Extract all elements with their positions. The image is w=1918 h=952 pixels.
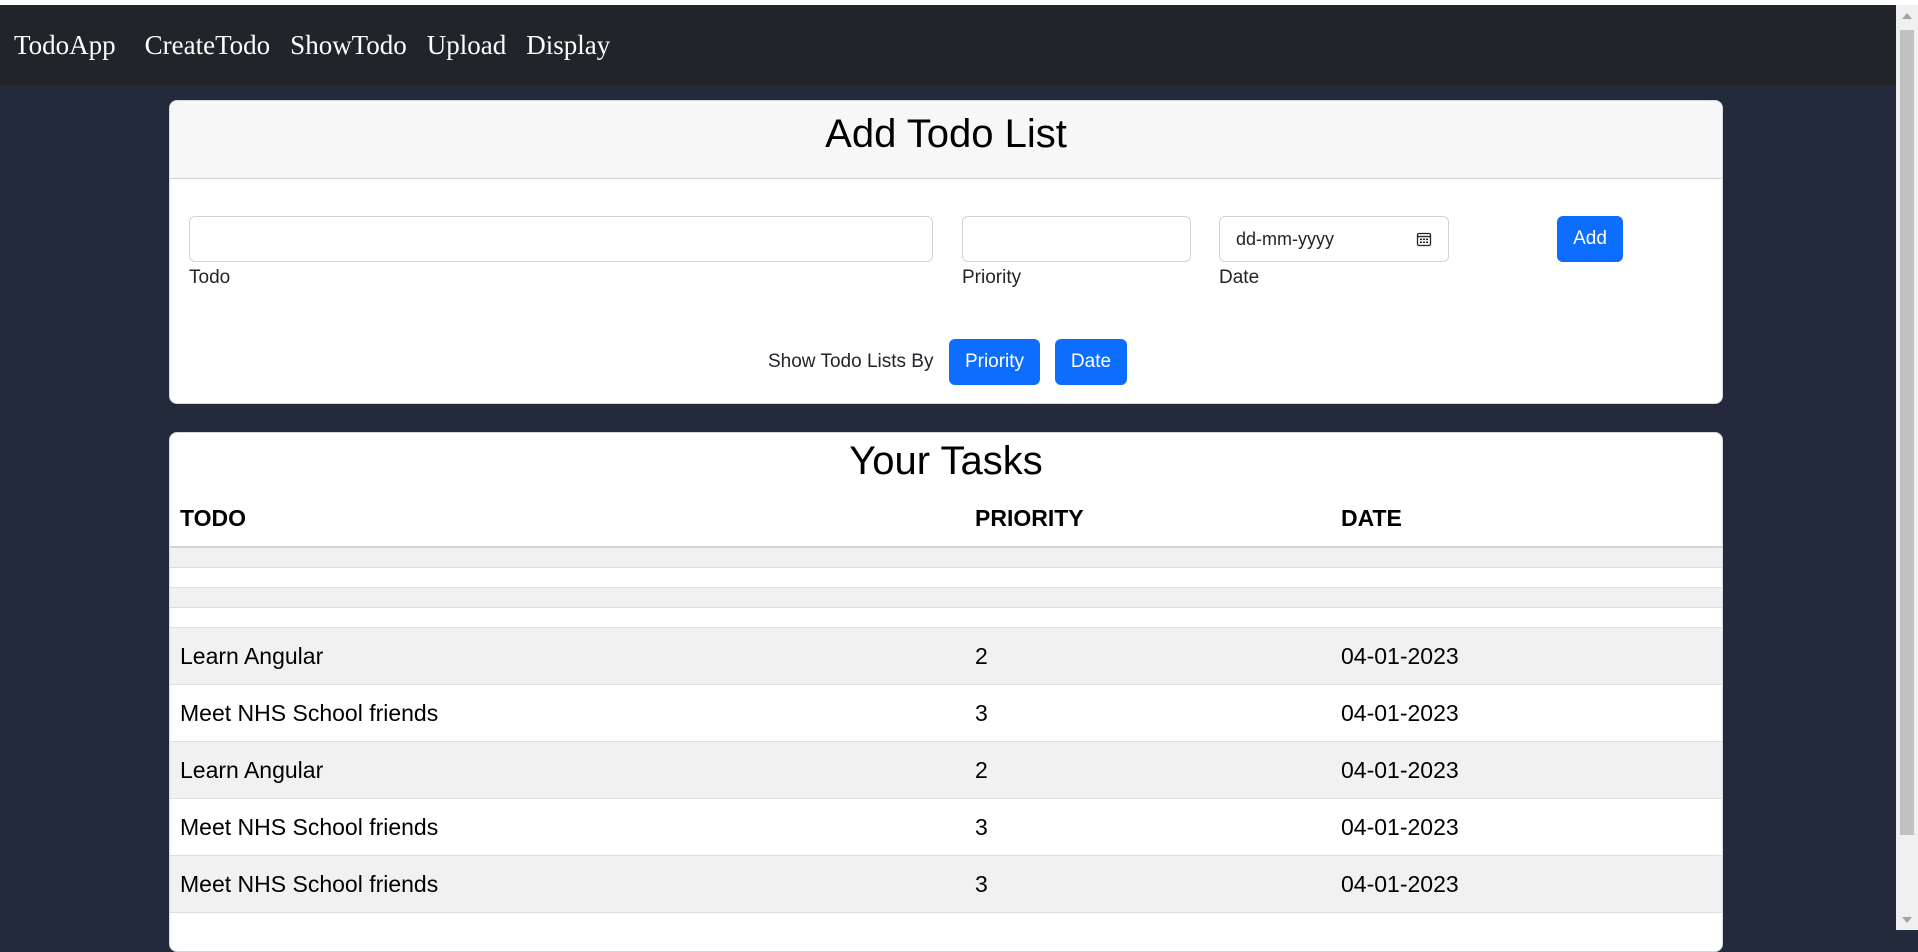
cell-priority <box>965 547 1331 568</box>
cell-todo: Meet NHS School friends <box>170 855 965 913</box>
priority-field-group: Priority <box>962 216 1191 289</box>
nav-link-createtodo[interactable]: CreateTodo <box>145 30 271 61</box>
cell-date: 04-01-2023 <box>1331 741 1722 799</box>
scrollbar-thumb[interactable] <box>1900 30 1914 835</box>
cell-priority: 3 <box>965 855 1331 913</box>
calendar-icon[interactable] <box>1416 231 1432 247</box>
scroll-up-icon[interactable] <box>1902 13 1912 19</box>
cell-date: 04-01-2023 <box>1331 855 1722 913</box>
table-row: Learn Angular 2 04-01-2023 <box>170 627 1722 685</box>
tasks-title: Your Tasks <box>849 439 1043 483</box>
date-field-group: dd-mm-yyyy Date <box>1219 216 1449 289</box>
todo-field-group: Todo <box>189 216 933 289</box>
table-header-row: TODO PRIORITY DATE <box>170 490 1722 548</box>
cell-date <box>1331 607 1722 628</box>
date-input[interactable]: dd-mm-yyyy <box>1219 216 1449 262</box>
table-row: Meet NHS School friends 3 04-01-2023 <box>170 798 1722 856</box>
table-row <box>170 567 1722 588</box>
cell-priority: 3 <box>965 798 1331 856</box>
add-button[interactable]: Add <box>1557 216 1623 262</box>
cell-date <box>1331 587 1722 608</box>
date-placeholder: dd-mm-yyyy <box>1236 228 1334 249</box>
cell-date: 04-01-2023 <box>1331 627 1722 685</box>
table-row: Learn Angular 2 04-01-2023 <box>170 741 1722 799</box>
navbar: TodoApp CreateTodo ShowTodo Upload Displ… <box>0 5 1896 85</box>
cell-date <box>1331 547 1722 568</box>
column-header-todo: TODO <box>170 490 965 548</box>
cell-priority <box>965 607 1331 628</box>
brand-link[interactable]: TodoApp <box>14 30 116 61</box>
column-header-date: DATE <box>1331 490 1722 548</box>
add-todo-card: Add Todo List Todo Priority dd-mm-yyyy D… <box>169 100 1723 404</box>
sort-by-priority-button[interactable]: Priority <box>949 339 1040 385</box>
cell-todo <box>170 587 965 608</box>
tasks-card: Your Tasks TODO PRIORITY DATE Learn Angu… <box>169 432 1723 952</box>
nav-link-upload[interactable]: Upload <box>427 30 506 61</box>
cell-todo: Learn Angular <box>170 741 965 799</box>
nav-link-showtodo[interactable]: ShowTodo <box>290 30 407 61</box>
cell-priority <box>965 587 1331 608</box>
table-row: Meet NHS School friends 3 04-01-2023 <box>170 684 1722 742</box>
sort-by-date-button[interactable]: Date <box>1055 339 1127 385</box>
cell-todo <box>170 567 965 588</box>
show-by-label: Show Todo Lists By <box>768 351 934 372</box>
cell-todo: Meet NHS School friends <box>170 684 965 742</box>
cell-todo: Meet NHS School friends <box>170 798 965 856</box>
cell-priority <box>965 567 1331 588</box>
table-row <box>170 587 1722 608</box>
cell-date: 04-01-2023 <box>1331 684 1722 742</box>
column-header-priority: PRIORITY <box>965 490 1331 548</box>
cell-todo <box>170 607 965 628</box>
nav-link-display[interactable]: Display <box>526 30 610 61</box>
scroll-down-icon[interactable] <box>1902 917 1912 923</box>
cell-todo: Learn Angular <box>170 627 965 685</box>
priority-input[interactable] <box>962 216 1191 262</box>
cell-date: 04-01-2023 <box>1331 798 1722 856</box>
sort-controls: Show Todo Lists By Priority Date <box>170 339 1722 385</box>
cell-priority: 2 <box>965 741 1331 799</box>
table-row <box>170 607 1722 628</box>
todo-label: Todo <box>189 267 231 288</box>
priority-label: Priority <box>962 267 1022 288</box>
cell-priority: 2 <box>965 627 1331 685</box>
cell-todo <box>170 547 965 568</box>
page-scrollbar[interactable] <box>1896 5 1918 930</box>
cell-date <box>1331 567 1722 588</box>
add-todo-title: Add Todo List <box>170 101 1722 179</box>
todo-input[interactable] <box>189 216 933 262</box>
cell-priority: 3 <box>965 684 1331 742</box>
table-row: Meet NHS School friends 3 04-01-2023 <box>170 855 1722 913</box>
tasks-table: TODO PRIORITY DATE Learn Angular 2 04-01… <box>170 490 1722 913</box>
table-row <box>170 547 1722 568</box>
date-label: Date <box>1219 267 1260 288</box>
